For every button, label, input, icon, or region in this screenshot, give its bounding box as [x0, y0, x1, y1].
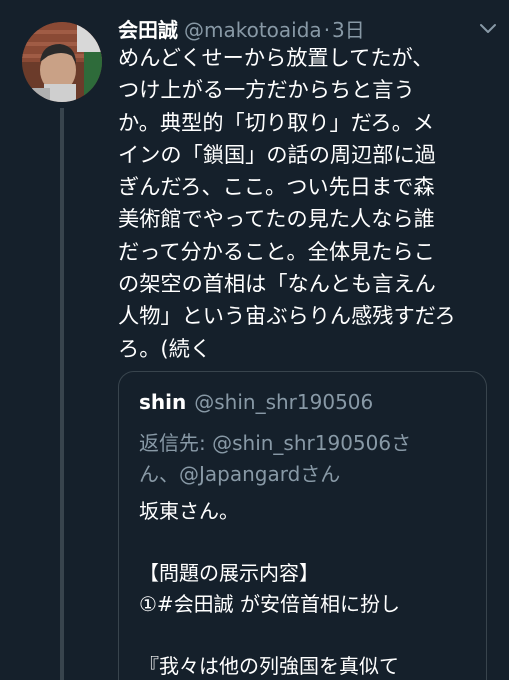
tweet[interactable]: 会田誠 @makotoaida · 3日 めんどくせーから放置してたが、 つけ上… — [0, 0, 509, 680]
quoted-text-line: 【問題の展示内容】 — [139, 561, 319, 585]
tweet-text-line: か。典型的「切り取り」だろ。メ — [118, 109, 435, 135]
avatar-image — [22, 22, 102, 102]
reply-to-line: 返信先: @shin_shr190506さ — [139, 431, 412, 455]
author-handle[interactable]: @makotoaida — [184, 18, 322, 42]
tweet-text-line: ろ。(続く — [118, 335, 212, 361]
quoted-tweet-text: 坂東さん。 【問題の展示内容】 ①#会田誠 が安倍首相に扮し 『我々は他の列強国… — [139, 496, 484, 680]
quoted-text-line — [139, 527, 484, 558]
tweet-text-line: インの「鎖国」の話の周辺部に過 — [118, 141, 436, 167]
timestamp[interactable]: 3日 — [332, 14, 365, 43]
tweet-text-line: 人物」という宙ぶらりん感残すだろ — [118, 303, 456, 329]
tweet-text-line: めんどくせーから放置してたが、 — [118, 45, 434, 70]
quoted-text-line — [139, 620, 484, 651]
quoted-author-name: shin — [139, 390, 187, 414]
quoted-text-line: 『我々は他の列強国を真似て — [139, 654, 399, 678]
tweet-text: めんどくせーから放置してたが、 つけ上がる一方だからちと言う か。典型的「切り取… — [118, 42, 506, 365]
chevron-down-icon[interactable] — [478, 18, 498, 38]
separator-dot: · — [323, 18, 331, 42]
reply-to-line: ん、@Japangardさん — [139, 462, 341, 486]
tweet-text-line: 美術館でやってたの見た人なら誰 — [118, 206, 435, 232]
quoted-text-line: 坂東さん。 — [139, 499, 239, 523]
tweet-header: 会田誠 @makotoaida · 3日 — [118, 14, 365, 43]
reply-to: 返信先: @shin_shr190506さ ん、@Japangardさん — [139, 428, 479, 490]
quoted-tweet[interactable]: shin @shin_shr190506 返信先: @shin_shr19050… — [118, 371, 487, 680]
author-name[interactable]: 会田誠 — [118, 14, 178, 43]
thread-line — [60, 108, 64, 680]
avatar[interactable] — [22, 22, 102, 102]
tweet-text-line: ぎんだろ、ここ。つい先日まで森 — [118, 174, 435, 200]
quoted-tweet-header: shin @shin_shr190506 — [139, 390, 373, 414]
tweet-text-line: つけ上がる一方だからちと言う — [118, 77, 415, 103]
tweet-text-line: だって分かること。全体見たらこ — [118, 238, 435, 264]
quoted-text-line: ①#会田誠 が安倍首相に扮し — [139, 592, 401, 616]
quoted-author-handle: @shin_shr190506 — [194, 390, 374, 414]
tweet-text-line: の架空の首相は「なんとも言えん — [118, 271, 436, 297]
